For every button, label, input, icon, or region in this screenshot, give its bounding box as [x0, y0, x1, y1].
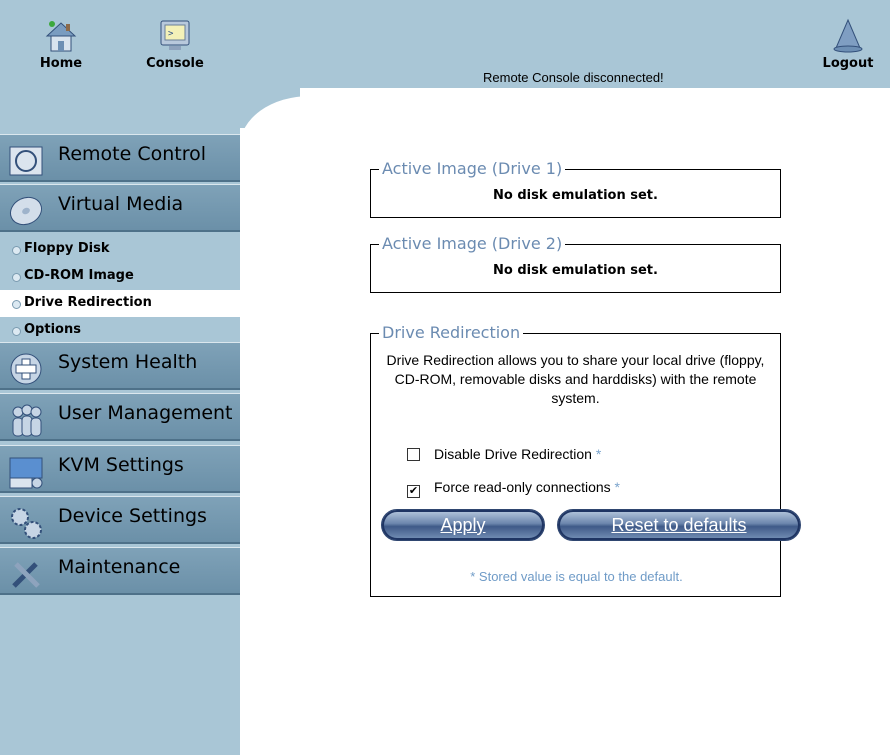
bullet-icon — [12, 327, 21, 336]
monitor-icon: > — [160, 20, 190, 50]
kvm-icon — [9, 457, 43, 489]
panel-legend: Active Image (Drive 2) — [379, 234, 566, 253]
logout-button[interactable]: Logout — [810, 18, 886, 71]
sidebar-item-user-management[interactable]: User Management — [0, 393, 240, 441]
submenu-label: CD-ROM Image — [24, 268, 134, 283]
default-star: * — [595, 446, 602, 462]
console-button[interactable]: > Console — [140, 18, 210, 71]
readonly-row: ✔ Force read-only connections * — [407, 479, 620, 498]
remote-control-icon — [9, 146, 43, 176]
sidebar-item-remote-control[interactable]: Remote Control — [0, 134, 240, 182]
drive-redirection-panel: Drive Redirection Drive Redirection allo… — [370, 323, 801, 597]
submenu-floppy-disk[interactable]: Floppy Disk — [0, 236, 240, 263]
disable-redirection-checkbox[interactable] — [407, 448, 420, 461]
default-star: * — [614, 479, 620, 495]
default-note: * Stored value is equal to the default. — [470, 569, 683, 584]
sidebar-item-label: User Management — [58, 402, 233, 424]
sidebar-item-label: KVM Settings — [58, 454, 184, 476]
sidebar-item-maintenance[interactable]: Maintenance — [0, 547, 240, 595]
sidebar-item-label: Virtual Media — [58, 193, 184, 215]
svg-text:>: > — [168, 29, 174, 39]
drive2-status: No disk emulation set. — [493, 263, 658, 278]
home-icon — [45, 21, 77, 52]
bullet-icon — [12, 300, 21, 309]
sidebar-item-label: Maintenance — [58, 556, 181, 578]
apply-button[interactable]: Apply — [381, 509, 545, 541]
bullet-icon — [12, 273, 21, 282]
drive1-status: No disk emulation set. — [493, 188, 658, 203]
submenu-label: Drive Redirection — [24, 295, 152, 310]
readonly-label: Force read-only connections — [434, 479, 611, 495]
sidebar-item-label: Remote Control — [58, 143, 207, 165]
sidebar-item-label: System Health — [58, 351, 198, 373]
home-button[interactable]: Home — [26, 18, 96, 71]
submenu-options[interactable]: Options — [0, 317, 240, 344]
sidebar-item-kvm-settings[interactable]: KVM Settings — [0, 445, 240, 493]
home-label: Home — [39, 56, 83, 71]
active-image-drive1-panel: Active Image (Drive 1) No disk emulation… — [370, 159, 781, 218]
submenu-cd-rom-image[interactable]: CD-ROM Image — [0, 263, 240, 290]
logout-icon — [833, 18, 863, 53]
panel-legend: Drive Redirection — [379, 323, 524, 342]
submenu-drive-redirection[interactable]: Drive Redirection — [0, 290, 240, 317]
submenu-label: Options — [24, 322, 81, 337]
gears-icon — [11, 508, 42, 539]
submenu-label: Floppy Disk — [24, 241, 110, 256]
sidebar-item-device-settings[interactable]: Device Settings — [0, 496, 240, 544]
sidebar-item-label: Device Settings — [58, 505, 207, 527]
readonly-checkbox[interactable]: ✔ — [407, 485, 420, 498]
panel-legend: Active Image (Drive 1) — [379, 159, 566, 178]
sidebar-item-system-health[interactable]: System Health — [0, 342, 240, 390]
console-status-text: Remote Console disconnected! — [483, 70, 664, 85]
disable-redirection-row: Disable Drive Redirection * — [407, 446, 601, 462]
top-header: Home > Console Logout Remote Console dis… — [0, 0, 890, 88]
sidebar-item-virtual-media[interactable]: Virtual Media — [0, 184, 240, 232]
reset-to-defaults-button[interactable]: Reset to defaults — [557, 509, 801, 541]
active-image-drive2-panel: Active Image (Drive 2) No disk emulation… — [370, 234, 781, 293]
logout-label: Logout — [822, 56, 874, 71]
users-icon — [12, 404, 42, 437]
console-label: Console — [146, 56, 204, 71]
tools-icon — [12, 562, 40, 588]
disk-icon — [9, 196, 43, 226]
redirection-description: Drive Redirection allows you to share yo… — [386, 352, 765, 406]
health-cross-icon — [10, 353, 42, 385]
bullet-icon — [12, 246, 21, 255]
disable-redirection-label: Disable Drive Redirection — [434, 446, 592, 462]
